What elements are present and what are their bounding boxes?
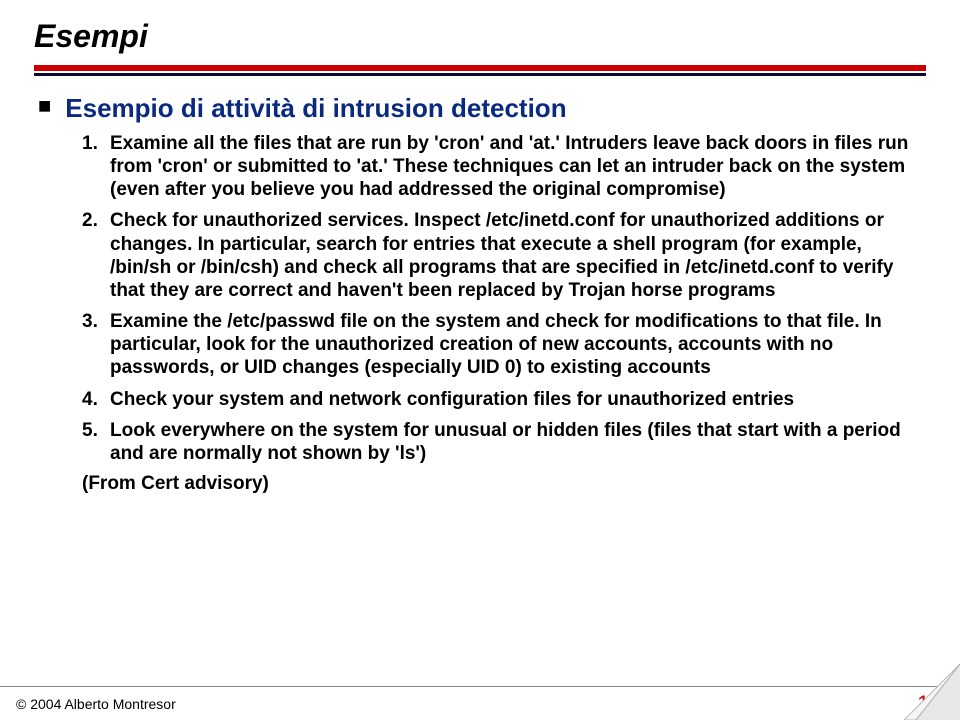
list-item: 3. Examine the /etc/passwd file on the s…	[82, 310, 926, 380]
slide-footer: © 2004 Alberto Montresor 11	[0, 686, 960, 720]
item-number: 1.	[82, 132, 110, 155]
list-item: 4. Check your system and network configu…	[82, 388, 926, 411]
page-number: 11	[917, 691, 940, 717]
item-text: Examine the /etc/passwd file on the syst…	[110, 310, 926, 380]
list-item: 1. Examine all the files that are run by…	[82, 132, 926, 202]
list-item: 2. Check for unauthorized services. Insp…	[82, 209, 926, 302]
divider-red	[34, 65, 926, 71]
item-text: Look everywhere on the system for unusua…	[110, 419, 926, 465]
item-number: 5.	[82, 419, 110, 442]
item-number: 2.	[82, 209, 110, 232]
section-heading: Esempio di attività di intrusion detecti…	[65, 94, 566, 124]
item-number: 3.	[82, 310, 110, 333]
item-number: 4.	[82, 388, 110, 411]
slide: Esempi ■ Esempio di attività di intrusio…	[0, 0, 960, 720]
slide-title: Esempi	[34, 18, 926, 55]
copyright-text: © 2004 Alberto Montresor	[16, 696, 176, 712]
list-item: 5. Look everywhere on the system for unu…	[82, 419, 926, 465]
bullet-row: ■ Esempio di attività di intrusion detec…	[40, 94, 926, 124]
numbered-list: 1. Examine all the files that are run by…	[82, 132, 926, 465]
item-text: Check for unauthorized services. Inspect…	[110, 209, 926, 302]
item-text: Examine all the files that are run by 'c…	[110, 132, 926, 202]
square-bullet-icon: ■	[38, 94, 51, 118]
attribution-text: (From Cert advisory)	[82, 473, 926, 495]
item-text: Check your system and network configurat…	[110, 388, 794, 411]
divider-dark	[34, 73, 926, 76]
slide-body: ■ Esempio di attività di intrusion detec…	[34, 94, 926, 495]
